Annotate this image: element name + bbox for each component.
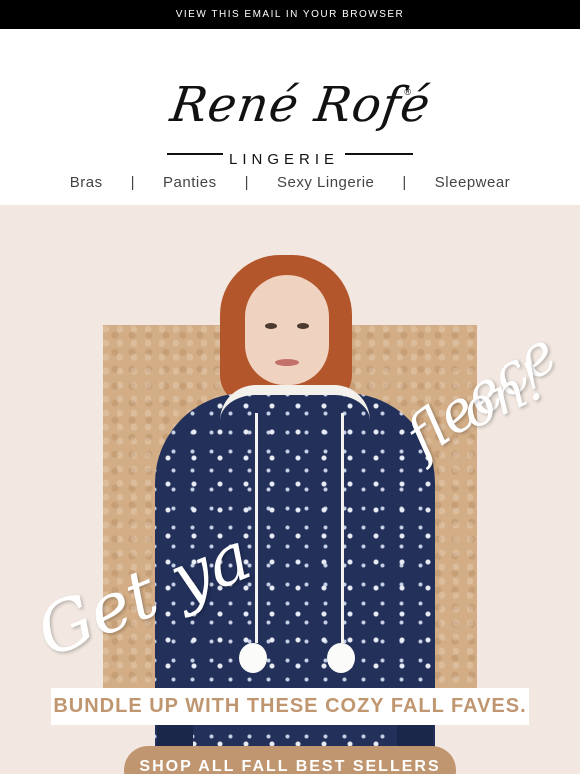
view-in-browser-link[interactable]: VIEW THIS EMAIL IN YOUR BROWSER: [176, 9, 405, 20]
hero-banner[interactable]: Get ya fleece on! BUNDLE UP WITH THESE C…: [0, 205, 580, 774]
model-lips: [275, 359, 299, 366]
pompom: [239, 643, 267, 673]
logo-script: René Rofé: [167, 77, 435, 133]
drawstring: [255, 413, 258, 643]
drawstring: [341, 413, 344, 643]
logo-sub: LINGERIE: [223, 151, 346, 168]
view-in-browser-bar: VIEW THIS EMAIL IN YOUR BROWSER: [0, 0, 580, 29]
model-eye: [265, 323, 277, 329]
shop-fall-best-sellers-button[interactable]: SHOP ALL FALL BEST SELLERS: [124, 746, 456, 774]
nav-separator: |: [402, 174, 407, 191]
nav-separator: |: [244, 174, 249, 191]
nav-item-panties[interactable]: Panties: [157, 174, 223, 191]
hero-tagline: BUNDLE UP WITH THESE COZY FALL FAVES.: [51, 688, 529, 725]
registered-mark: ®: [404, 87, 411, 97]
nav-separator: |: [130, 174, 136, 191]
nav-item-sleepwear[interactable]: Sleepwear: [429, 174, 516, 191]
brand-logo[interactable]: René Rofé ® LINGERIE: [165, 59, 434, 171]
pompom: [327, 643, 355, 673]
nav-item-bras[interactable]: Bras: [64, 174, 109, 191]
header: René Rofé ® LINGERIE: [0, 29, 580, 168]
model-eye: [297, 323, 309, 329]
nav-item-sexy-lingerie[interactable]: Sexy Lingerie: [271, 174, 380, 191]
model-face: [245, 275, 329, 385]
hood-sherpa-trim: [220, 385, 370, 421]
